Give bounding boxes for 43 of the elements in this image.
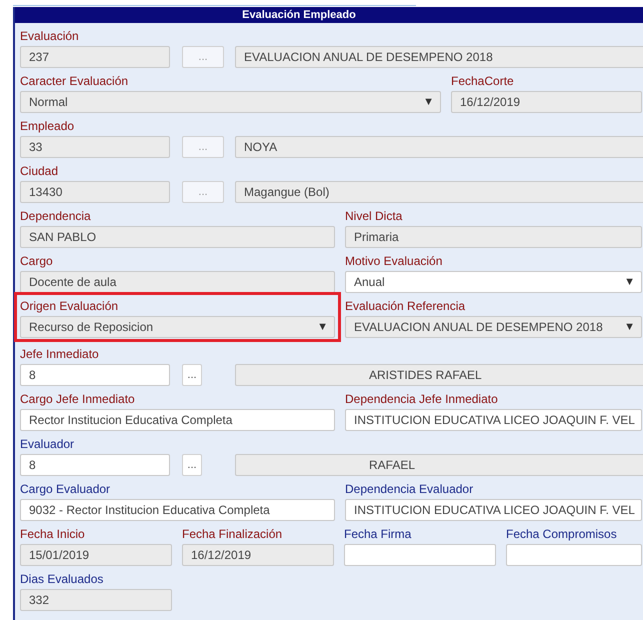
- field-label: Dependencia: [20, 209, 91, 223]
- field-label: Fecha Firma: [344, 527, 412, 541]
- field-label: Fecha Finalización: [182, 527, 282, 541]
- input-field: ARISTIDES RAFAEL: [235, 364, 643, 386]
- input-field[interactable]: 8: [20, 364, 170, 386]
- input-field: Magangue (Bol): [235, 181, 643, 203]
- input-field: RAFAEL: [235, 454, 643, 476]
- field-label: Fecha Compromisos: [506, 527, 617, 541]
- input-field: EVALUACION ANUAL DE DESEMPENO 2018: [235, 46, 643, 68]
- field-label: Cargo Evaluador: [20, 482, 110, 496]
- field-label: Evaluación Referencia: [345, 299, 466, 313]
- dropdown-arrow-icon: ▼: [317, 321, 328, 333]
- input-field[interactable]: [344, 544, 496, 566]
- input-field[interactable]: 9032 - Rector Institucion Educativa Completa: [20, 499, 335, 521]
- lookup-button[interactable]: ...: [182, 454, 202, 476]
- field-label: Evaluación: [20, 29, 79, 43]
- field-label: Jefe Inmediato: [20, 347, 99, 361]
- field-label: Cargo: [20, 254, 53, 268]
- dropdown-arrow-icon: ▼: [423, 96, 434, 108]
- field-label: Caracter Evaluación: [20, 74, 128, 88]
- field-label: Fecha Inicio: [20, 527, 85, 541]
- field-label: Nivel Dicta: [345, 209, 402, 223]
- input-field[interactable]: INSTITUCION EDUCATIVA LICEO JOAQUIN F. VEL: [345, 499, 642, 521]
- field-label: Evaluador: [20, 437, 74, 451]
- field-label: Motivo Evaluación: [345, 254, 442, 268]
- input-field[interactable]: [506, 544, 642, 566]
- dropdown-arrow-icon: ▼: [624, 276, 635, 288]
- field-label: Cargo Jefe Inmediato: [20, 392, 135, 406]
- input-field[interactable]: INSTITUCION EDUCATIVA LICEO JOAQUIN F. VEL: [345, 409, 642, 431]
- input-field[interactable]: 8: [20, 454, 170, 476]
- field-label: Origen Evaluación: [20, 299, 118, 313]
- field-label: Empleado: [20, 119, 74, 133]
- field-label: Dependencia Jefe Inmediato: [345, 392, 498, 406]
- field-label: FechaCorte: [451, 74, 514, 88]
- input-field: NOYA: [235, 136, 643, 158]
- field-label: Ciudad: [20, 164, 58, 178]
- input-field[interactable]: Rector Institucion Educativa Completa: [20, 409, 335, 431]
- dropdown-arrow-icon: ▼: [624, 321, 635, 333]
- lookup-button[interactable]: ...: [182, 364, 202, 386]
- field-label: Dias Evaluados: [20, 572, 104, 586]
- panel-title: Evaluación Empleado: [242, 8, 356, 23]
- field-label: Dependencia Evaluador: [345, 482, 474, 496]
- select-field[interactable]: Anual ▼: [345, 271, 642, 293]
